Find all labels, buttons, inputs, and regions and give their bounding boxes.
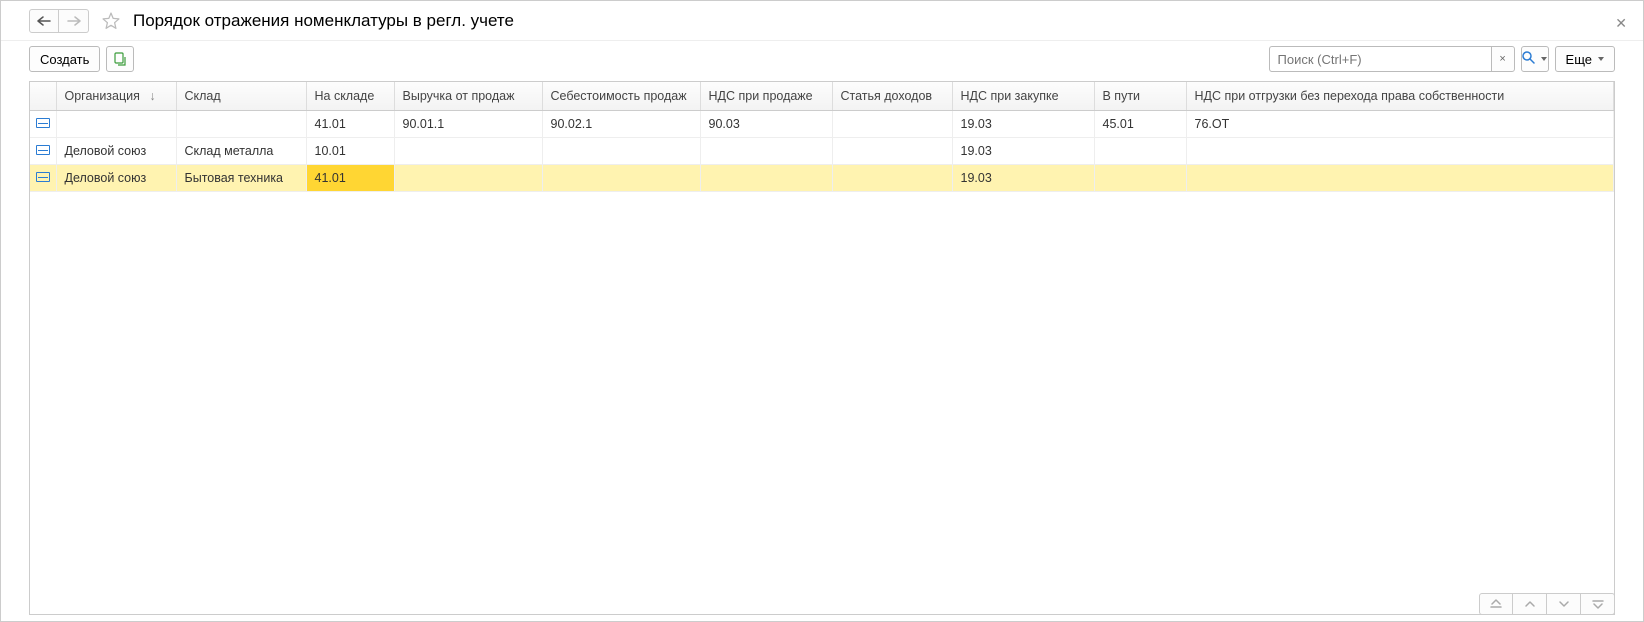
chevron-bar-down-icon [1591, 599, 1605, 609]
row-icon-cell [30, 137, 56, 164]
cell-on_stock[interactable]: 41.01 [306, 110, 394, 137]
header-organization[interactable]: Организация ↓ [56, 82, 176, 110]
header-vat-purchase[interactable]: НДС при закупке [952, 82, 1094, 110]
cell-org[interactable]: Деловой союз [56, 137, 176, 164]
record-icon [36, 118, 50, 128]
record-icon [36, 172, 50, 182]
grid-up-button[interactable] [1513, 593, 1547, 615]
cell-vat_purchase[interactable]: 19.03 [952, 164, 1094, 191]
cell-vat_sale[interactable] [700, 137, 832, 164]
table-row[interactable]: 41.0190.01.190.02.190.03 19.0345.0176.ОТ [30, 110, 1614, 137]
grid-last-button[interactable] [1581, 593, 1615, 615]
cell-vat_ship[interactable]: 76.ОТ [1186, 110, 1614, 137]
header-warehouse[interactable]: Склад [176, 82, 306, 110]
chevron-bar-up-icon [1489, 599, 1503, 609]
header-on-stock[interactable]: На складе [306, 82, 394, 110]
more-label: Еще [1566, 52, 1592, 67]
copy-button[interactable] [106, 46, 134, 72]
cell-vat_purchase[interactable]: 19.03 [952, 137, 1094, 164]
cell-vat_sale[interactable]: 90.03 [700, 110, 832, 137]
table-row[interactable]: Деловой союзБытовая техника41.01 19.03 [30, 164, 1614, 191]
table-area: Организация ↓ Склад На складе Выручка от… [1, 77, 1643, 621]
cell-vat_ship[interactable] [1186, 137, 1614, 164]
cell-revenue[interactable] [394, 164, 542, 191]
cell-in_transit[interactable]: 45.01 [1094, 110, 1186, 137]
row-icon-cell [30, 110, 56, 137]
cell-income_item[interactable] [832, 137, 952, 164]
copy-sheet-icon [113, 52, 127, 66]
table-header-row: Организация ↓ Склад На складе Выручка от… [30, 82, 1614, 110]
cell-cost[interactable] [542, 164, 700, 191]
page-title: Порядок отражения номенклатуры в регл. у… [133, 11, 514, 31]
clear-icon: × [1499, 53, 1505, 65]
cell-revenue[interactable]: 90.01.1 [394, 110, 542, 137]
close-button[interactable]: ✕ [1615, 15, 1627, 32]
forward-button[interactable] [59, 9, 89, 33]
cell-org[interactable]: Деловой союз [56, 164, 176, 191]
titlebar: Порядок отражения номенклатуры в регл. у… [1, 1, 1643, 41]
search-options-button[interactable] [1521, 46, 1549, 72]
header-in-transit[interactable]: В пути [1094, 82, 1186, 110]
search-icon [1522, 51, 1535, 67]
record-icon [36, 145, 50, 155]
history-nav [29, 9, 89, 33]
grid-first-button[interactable] [1479, 593, 1513, 615]
header-label: Организация [65, 89, 140, 103]
arrow-left-icon [37, 16, 51, 26]
favorite-star-icon[interactable] [101, 11, 121, 31]
back-button[interactable] [29, 9, 59, 33]
cell-in_transit[interactable] [1094, 164, 1186, 191]
chevron-down-icon [1557, 599, 1571, 609]
cell-vat_ship[interactable] [1186, 164, 1614, 191]
cell-cost[interactable]: 90.02.1 [542, 110, 700, 137]
cell-cost[interactable] [542, 137, 700, 164]
grid-down-button[interactable] [1547, 593, 1581, 615]
create-button[interactable]: Создать [29, 46, 100, 72]
header-icon-col[interactable] [30, 82, 56, 110]
arrow-right-icon [67, 16, 81, 26]
header-income-item[interactable]: Статья доходов [832, 82, 952, 110]
header-vat-sale[interactable]: НДС при продаже [700, 82, 832, 110]
chevron-down-icon [1598, 57, 1604, 61]
header-cost[interactable]: Себестоимость продаж [542, 82, 700, 110]
cell-warehouse[interactable]: Склад металла [176, 137, 306, 164]
window: Порядок отражения номенклатуры в регл. у… [0, 0, 1644, 622]
header-revenue[interactable]: Выручка от продаж [394, 82, 542, 110]
cell-on_stock[interactable]: 41.01 [306, 164, 394, 191]
cell-income_item[interactable] [832, 110, 952, 137]
cell-warehouse[interactable]: Бытовая техника [176, 164, 306, 191]
sort-asc-icon: ↓ [149, 89, 155, 103]
toolbar: Создать × Еще [1, 41, 1643, 77]
cell-warehouse[interactable] [176, 110, 306, 137]
chevron-down-icon [1541, 57, 1547, 61]
search-clear-button[interactable]: × [1491, 46, 1515, 72]
chevron-up-icon [1523, 599, 1537, 609]
grid-nav [1479, 593, 1615, 615]
row-icon-cell [30, 164, 56, 191]
cell-on_stock[interactable]: 10.01 [306, 137, 394, 164]
table-row[interactable]: Деловой союзСклад металла10.01 19.03 [30, 137, 1614, 164]
cell-vat_sale[interactable] [700, 164, 832, 191]
search-group: × [1269, 46, 1515, 72]
cell-in_transit[interactable] [1094, 137, 1186, 164]
cell-vat_purchase[interactable]: 19.03 [952, 110, 1094, 137]
more-button[interactable]: Еще [1555, 46, 1615, 72]
data-grid[interactable]: Организация ↓ Склад На складе Выручка от… [29, 81, 1615, 615]
cell-income_item[interactable] [832, 164, 952, 191]
cell-org[interactable] [56, 110, 176, 137]
cell-revenue[interactable] [394, 137, 542, 164]
header-vat-ship[interactable]: НДС при отгрузки без перехода права собс… [1186, 82, 1614, 110]
search-input[interactable] [1269, 46, 1491, 72]
close-icon: ✕ [1615, 15, 1627, 31]
